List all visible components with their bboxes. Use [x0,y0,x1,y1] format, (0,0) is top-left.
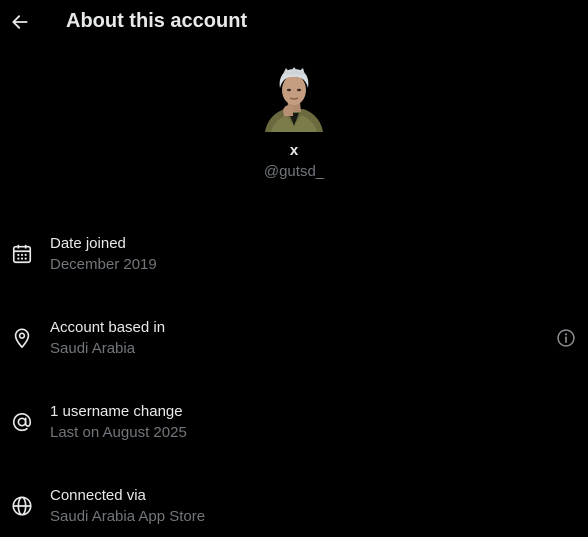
detail-title: Connected via [50,487,146,504]
globe-icon [12,496,32,516]
detail-title: 1 username change [50,403,183,420]
detail-row-connected-via: Connected via Saudi Arabia App Store [0,485,588,529]
detail-row-date-joined: Date joined December 2019 [0,233,588,277]
arrow-left-icon [12,15,28,29]
page-title: About this account [66,10,248,32]
info-circle-icon[interactable] [556,328,576,348]
detail-value: December 2019 [50,256,157,273]
at-sign-icon [12,413,32,432]
detail-value: Saudi Arabia App Store [50,508,206,525]
calendar-icon [12,244,32,264]
profile-section: x @gutsd_ [0,66,588,180]
location-pin-icon [14,328,30,348]
detail-value: Last on August 2025 [50,424,187,441]
back-button[interactable] [6,4,34,40]
detail-row-username-change: 1 username change Last on August 2025 [0,401,588,445]
detail-value: Saudi Arabia [50,340,136,357]
header: About this account [0,0,588,44]
detail-row-account-based-in: Account based in Saudi Arabia [0,317,588,361]
avatar[interactable] [263,66,325,132]
username-handle: @gutsd_ [263,163,325,180]
detail-title: Date joined [50,235,126,252]
display-name: x [289,142,299,159]
detail-title: Account based in [50,319,166,336]
